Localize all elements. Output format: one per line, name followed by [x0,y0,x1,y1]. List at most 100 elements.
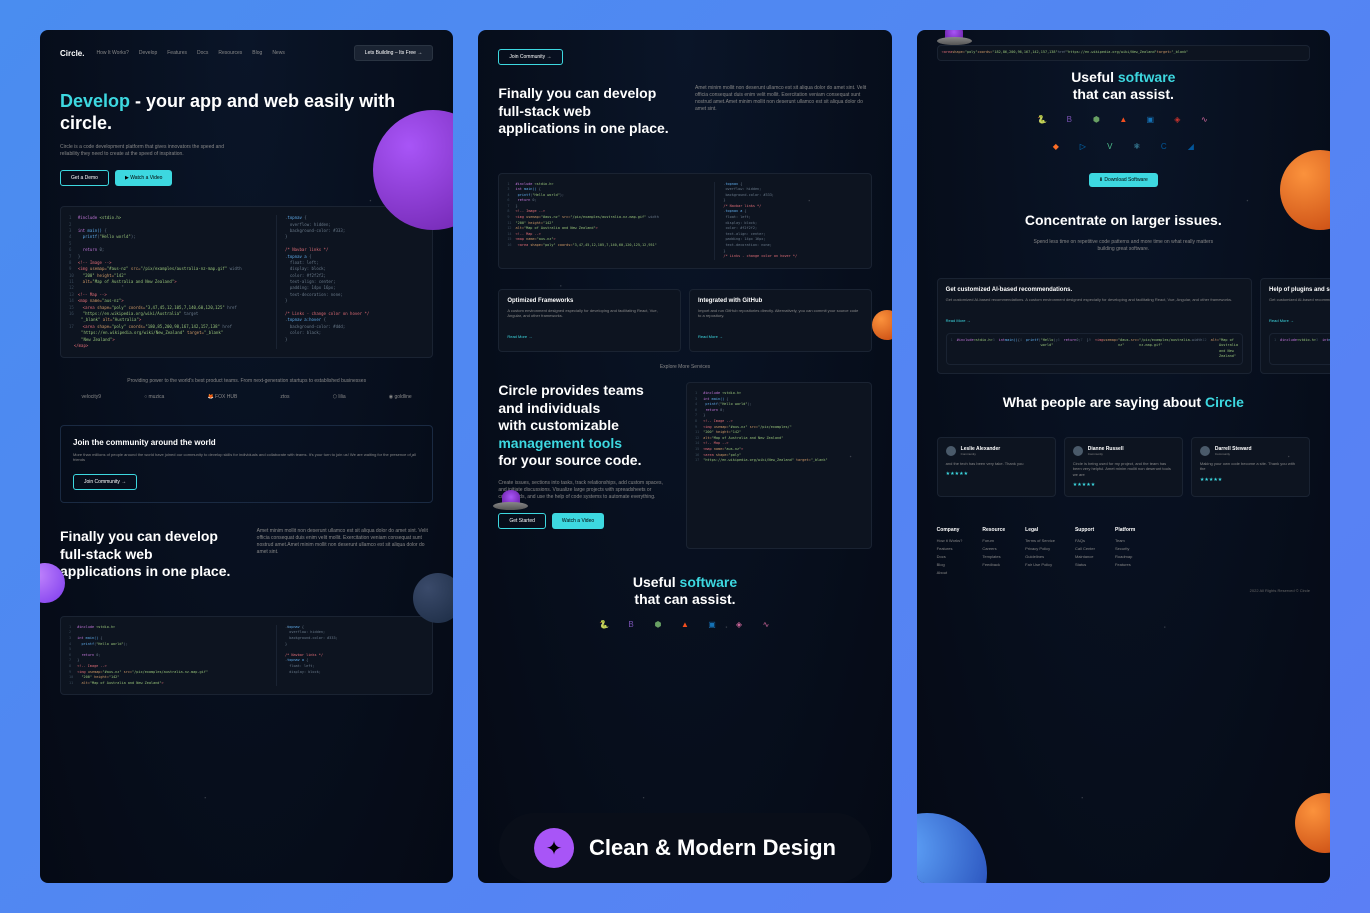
partner-logo: ⬡ lilia [333,394,346,400]
software-title: Useful software that can assist. [937,69,1310,104]
footer-link[interactable]: Feedback [982,562,1005,567]
video-button[interactable]: ▶ Watch a Video [115,170,172,186]
card-text: Get customized AI-based recommendations.… [946,297,1243,303]
card-text: A custom environment designed especially… [507,308,672,319]
design-badge: ✦ Clean & Modern Design [499,813,871,883]
planet-decoration [872,310,892,340]
footer-link[interactable]: Security [1115,546,1135,551]
nav-links: How It Works? Develop Features Docs Reso… [96,50,341,56]
testimonial-text: Circle is being used for my project, and… [1073,461,1174,478]
software-title-c: that can assist. [1073,86,1174,102]
css-icon: ▣ [706,619,718,631]
concentrate-title: Concentrate on larger issues. [937,212,1310,230]
footer-link[interactable]: How it Works? [937,538,963,543]
nav-link[interactable]: Resources [218,50,242,56]
partner-logos: velocity9 ○ muzica 🦊 FOX HUB ztos ⬡ lili… [60,394,433,400]
demo-button[interactable]: Get a Demo [60,170,109,186]
mgmt-line1: Circle provides teams and individuals [498,382,644,416]
footer-heading: Platform [1115,527,1135,533]
footer-link[interactable]: Status [1075,562,1095,567]
footer-link[interactable]: Blog [937,562,963,567]
community-title: Join the community around the world [73,438,420,447]
nav-link[interactable]: News [272,50,285,56]
logo[interactable]: Circle. [60,49,84,58]
testimonial-role: Community [961,452,1001,456]
read-more-link[interactable]: Read More → [946,318,971,323]
planet-decoration [1295,793,1330,853]
footer-link[interactable]: Team [1115,538,1135,543]
explore-link[interactable]: Explore More Services [498,364,871,370]
bootstrap-icon: B [625,619,637,631]
footer-col-resource: Resource Forum Careers Templates Feedbac… [982,527,1005,578]
mgmt-title: Circle provides teams and individuals wi… [498,382,666,470]
react-icon: ⚛ [1131,141,1143,153]
footer-link[interactable]: Maintance [1075,554,1095,559]
concentrate-desc: Spend less time on repetitive code patte… [1033,239,1213,253]
sass-icon: ∿ [760,619,772,631]
footer-link[interactable]: Careers [982,546,1005,551]
join-community-button[interactable]: Join Community → [73,474,137,490]
avatar [1200,446,1210,456]
flutter-icon: ◢ [1185,141,1197,153]
hero-title-accent: Develop [60,91,130,111]
concentrate-cards: Get customized AI-based recommendations.… [937,278,1310,374]
footer-link[interactable]: Fair Use Policy [1025,562,1055,567]
footer-link[interactable]: Forum [982,538,1005,543]
fullstack-desc: Amet minim mollit non deserunt ullamco e… [257,528,434,556]
partner-logo: velocity9 [82,394,101,400]
nav-link[interactable]: Docs [197,50,208,56]
fullstack-title: Finally you can develop full-stack web a… [498,85,675,138]
join-community-button[interactable]: Join Community → [498,49,562,65]
footer-link[interactable]: Call Center [1075,546,1095,551]
card-title: Integrated with GitHub [698,298,863,304]
feature-cards: Optimized Frameworks A custom environmen… [498,289,871,352]
cta-button[interactable]: Lets Building – Its Free → [354,45,434,61]
ror-icon: ◈ [1171,114,1183,126]
card-title: Help of plugins and source code template… [1269,287,1330,293]
card-title: Optimized Frameworks [507,298,672,304]
nav-link[interactable]: Features [167,50,187,56]
badge-text: Clean & Modern Design [589,835,836,861]
footer-link[interactable]: About [937,570,963,575]
footer-link[interactable]: Templates [982,554,1005,559]
watch-video-button[interactable]: Watch a Video [552,513,604,529]
footer-heading: Support [1075,527,1095,533]
read-more-link[interactable]: Read More → [698,334,723,339]
footer-link[interactable]: Roadmap [1115,554,1135,559]
card-text: Get customized AI-based recommendations.… [1269,297,1330,303]
management-section: Circle provides teams and individuals wi… [498,382,871,549]
star-rating: ★★★★★ [946,471,1047,477]
panel-1: Circle. How It Works? Develop Features D… [40,30,453,883]
testimonial-name: Darrell Steward [1215,446,1252,452]
card-frameworks: Optimized Frameworks A custom environmen… [498,289,681,352]
testimonial-name: Leslie Alexander [961,446,1001,452]
footer-link[interactable]: Docs [937,554,963,559]
nav-link[interactable]: Blog [252,50,262,56]
testimonial-card: Leslie Alexander Community and the tech … [937,437,1056,498]
trust-text: Providing power to the world's best prod… [60,378,433,384]
nav-link[interactable]: How It Works? [96,50,128,56]
community-text: More than millions of people around the … [73,452,420,462]
get-started-button[interactable]: Get Started [498,513,546,529]
footer-link[interactable]: Terms of Service [1025,538,1055,543]
read-more-link[interactable]: Read More → [1269,318,1294,323]
download-button[interactable]: ⬇ Download Software [1089,173,1158,187]
card-github: Integrated with GitHub Import and run Gi… [689,289,872,352]
node-icon: ⬢ [652,619,664,631]
footer-link[interactable]: Features [937,546,963,551]
wand-icon: ✦ [534,828,574,868]
sass-icon: ∿ [1198,114,1210,126]
footer-col-legal: Legal Terms of Service Privacy Policy Gu… [1025,527,1055,578]
footer-link[interactable]: Features [1115,562,1135,567]
card-ai: Get customized AI-based recommendations.… [937,278,1252,374]
read-more-link[interactable]: Read More → [507,334,532,339]
ror-icon: ◈ [733,619,745,631]
footer-link[interactable]: Privacy Policy [1025,546,1055,551]
ufo-icon [937,30,972,45]
testimonial-role: Community [1088,452,1124,456]
nav-link[interactable]: Develop [139,50,157,56]
footer-link[interactable]: Guidelines [1025,554,1055,559]
hero-subtitle: Circle is a code development platform th… [60,144,240,158]
footer-heading: Resource [982,527,1005,533]
footer-link[interactable]: FAQs [1075,538,1095,543]
